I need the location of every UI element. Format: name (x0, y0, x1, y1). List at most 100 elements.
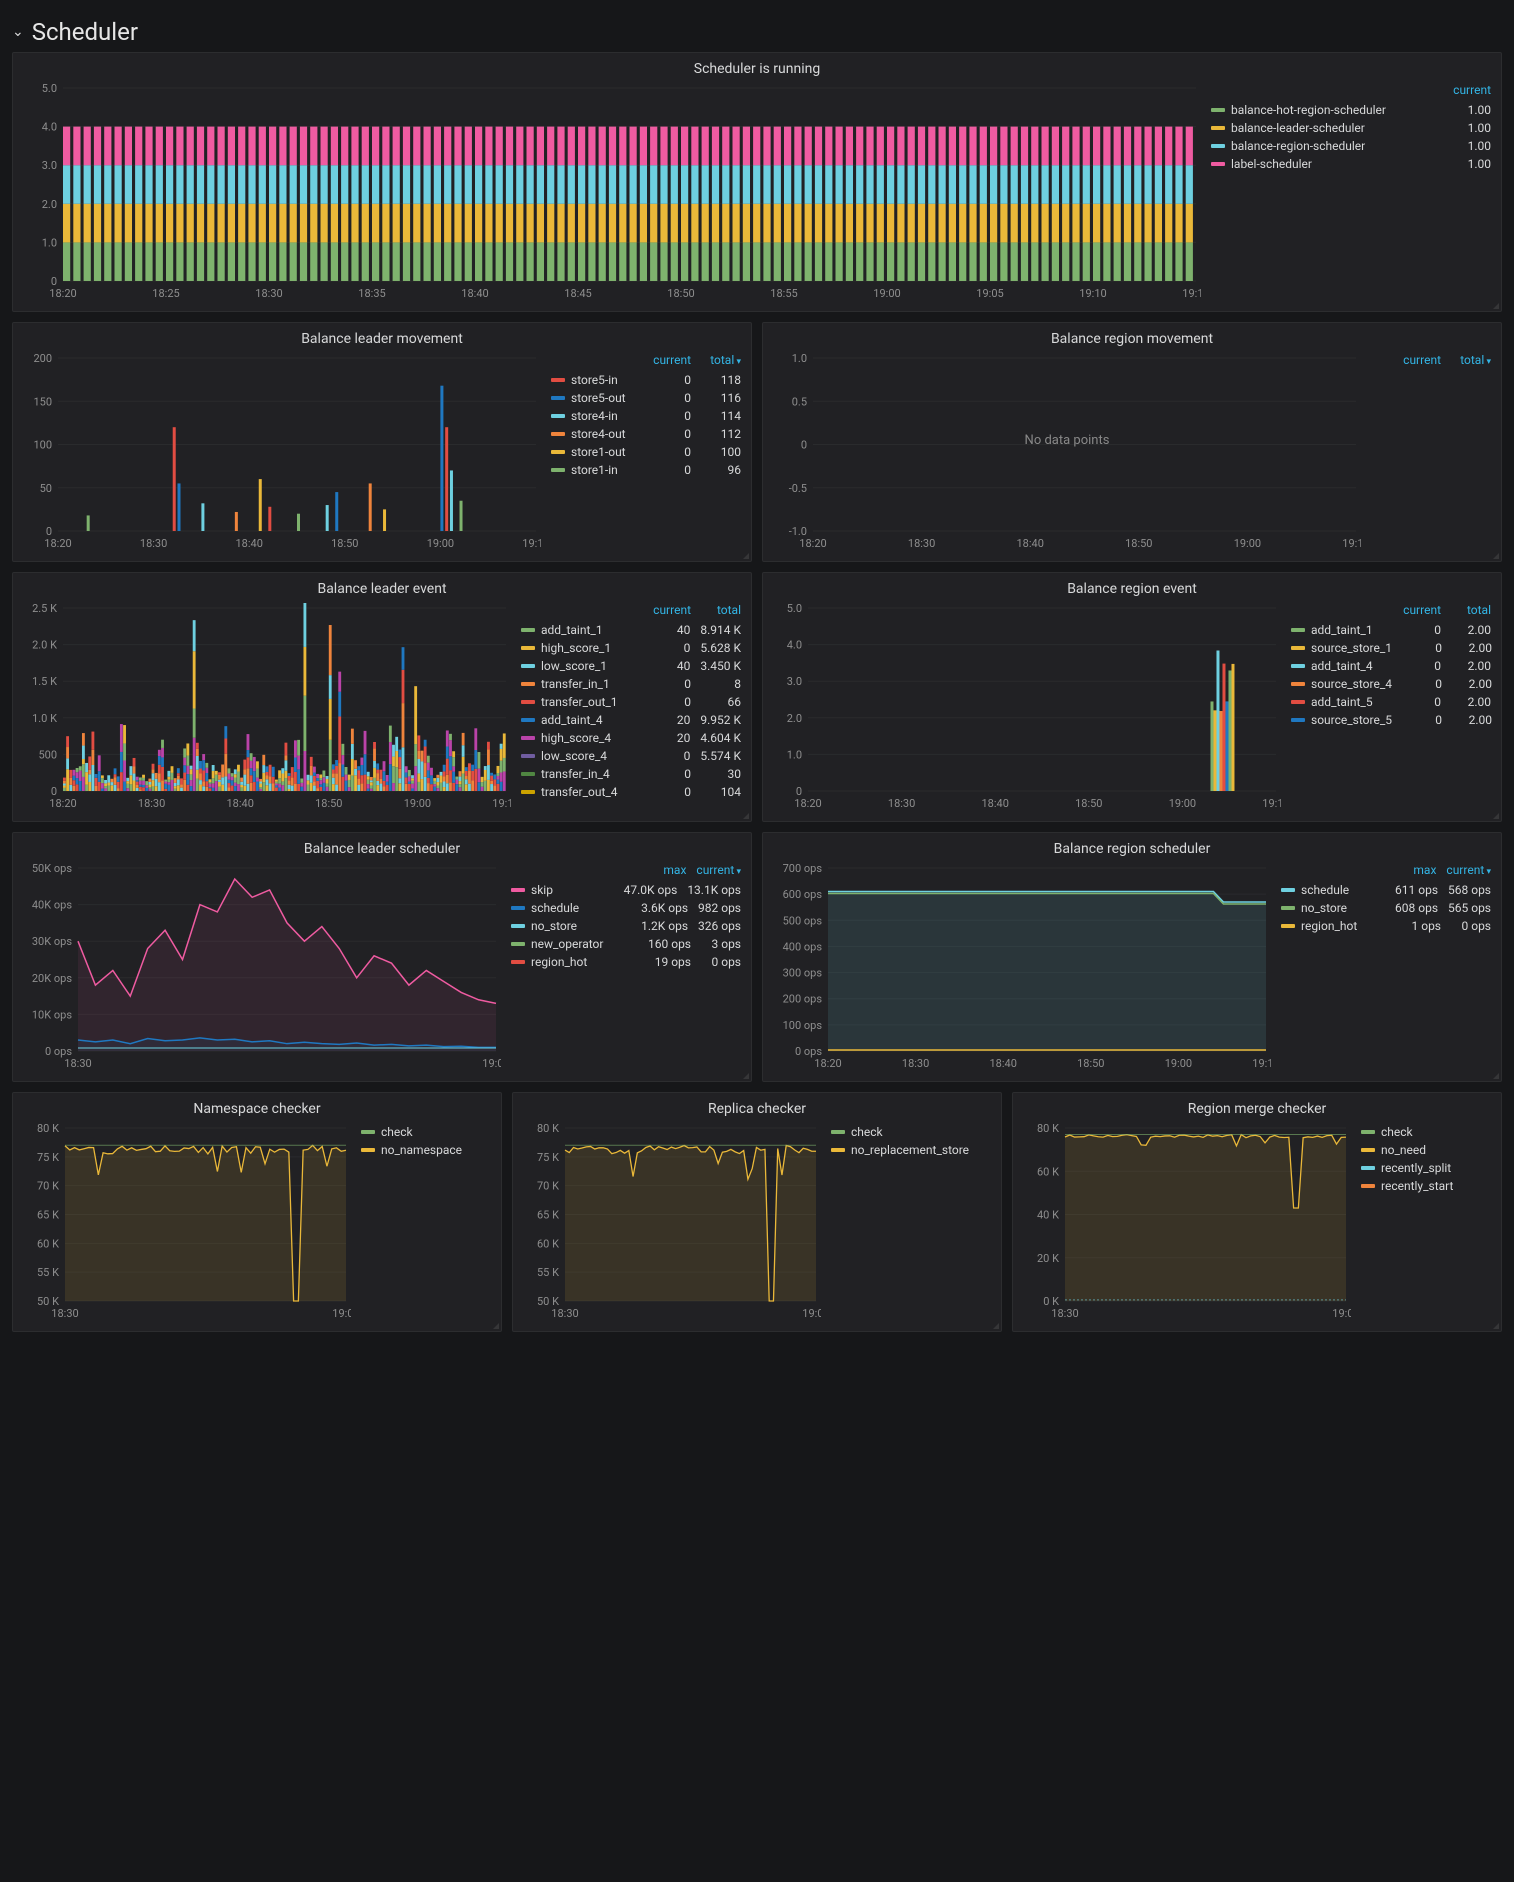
panel-scheduler-running[interactable]: Scheduler is running 01.02.03.04.05.018:… (12, 52, 1502, 312)
legend-item[interactable]: check (1361, 1123, 1491, 1141)
panel-balance-region-scheduler[interactable]: Balance region scheduler 0 ops100 ops200… (762, 832, 1502, 1082)
resize-handle[interactable] (1491, 301, 1499, 309)
legend-item[interactable]: region_hot19 ops0 ops (511, 953, 741, 971)
legend-item[interactable]: add_taint_4209.952 K (521, 711, 741, 729)
legend-item[interactable]: balance-region-scheduler1.00 (1211, 137, 1491, 155)
panel-replica-checker[interactable]: Replica checker 50 K55 K60 K65 K70 K75 K… (512, 1092, 1002, 1332)
legend-item[interactable]: recently_split (1361, 1159, 1491, 1177)
legend-header-current[interactable]: current (1441, 83, 1491, 97)
legend-label: store4-out (571, 427, 641, 441)
legend-item[interactable]: recently_start (1361, 1177, 1491, 1195)
legend-item[interactable]: schedule611 ops568 ops (1281, 881, 1491, 899)
legend-label: new_operator (531, 937, 638, 951)
legend-item[interactable]: add_taint_402.00 (1291, 657, 1491, 675)
legend-item[interactable]: add_taint_502.00 (1291, 693, 1491, 711)
resize-handle[interactable] (1491, 551, 1499, 559)
legend-swatch (1291, 664, 1305, 668)
panel-balance-leader-event[interactable]: Balance leader event 05001.0 K1.5 K2.0 K… (12, 572, 752, 822)
legend-label: balance-region-scheduler (1231, 139, 1441, 153)
svg-text:18:45: 18:45 (564, 287, 591, 300)
legend-item[interactable]: check (361, 1123, 491, 1141)
legend-value: 47.0K ops (614, 883, 678, 897)
resize-handle[interactable] (741, 1071, 749, 1079)
legend-item[interactable]: skip47.0K ops13.1K ops (511, 881, 741, 899)
no-data-label: No data points (773, 433, 1361, 448)
svg-text:18:50: 18:50 (1125, 537, 1152, 550)
resize-handle[interactable] (491, 1321, 499, 1329)
legend-item[interactable]: high_score_4204.604 K (521, 729, 741, 747)
panel-namespace-checker[interactable]: Namespace checker 50 K55 K60 K65 K70 K75… (12, 1092, 502, 1332)
svg-text:18:30: 18:30 (140, 537, 167, 550)
panel-balance-leader-scheduler[interactable]: Balance leader scheduler 0 ops10K ops20K… (12, 832, 752, 1082)
legend-item[interactable]: low_score_1403.450 K (521, 657, 741, 675)
legend-swatch (521, 700, 535, 704)
legend-item[interactable]: store5-out0116 (551, 389, 741, 407)
legend-item[interactable]: transfer_in_4030 (521, 765, 741, 783)
legend-label: check (1381, 1125, 1491, 1139)
section-header[interactable]: ⌄ Scheduler (12, 12, 1502, 52)
svg-text:80 K: 80 K (537, 1123, 559, 1135)
legend-item[interactable]: schedule3.6K ops982 ops (511, 899, 741, 917)
svg-text:19:10: 19:10 (522, 537, 541, 550)
legend-item[interactable]: source_store_502.00 (1291, 711, 1491, 729)
svg-text:18:20: 18:20 (794, 797, 821, 810)
legend-value: 0 (641, 427, 691, 441)
legend-item[interactable]: add_taint_1408.914 K (521, 621, 741, 639)
legend-item[interactable]: store1-in096 (551, 461, 741, 479)
svg-text:18:30: 18:30 (51, 1307, 78, 1320)
svg-text:1.0: 1.0 (42, 236, 57, 249)
legend-item[interactable]: no_store1.2K ops326 ops (511, 917, 741, 935)
legend-item[interactable]: add_taint_52010.046 K (521, 801, 741, 803)
legend-item[interactable]: transfer_in_108 (521, 675, 741, 693)
panel-balance-region-movement[interactable]: Balance region movement -1.0-0.500.51.01… (762, 322, 1502, 562)
resize-handle[interactable] (741, 811, 749, 819)
legend-item[interactable]: source_store_102.00 (1291, 639, 1491, 657)
legend-item[interactable]: add_taint_102.00 (1291, 621, 1491, 639)
legend-item[interactable]: low_score_405.574 K (521, 747, 741, 765)
legend-swatch (511, 924, 525, 928)
resize-handle[interactable] (1491, 1321, 1499, 1329)
resize-handle[interactable] (991, 1321, 999, 1329)
legend-item[interactable]: no_need (1361, 1141, 1491, 1159)
legend-label: skip (531, 883, 614, 897)
legend-item[interactable]: check (831, 1123, 991, 1141)
legend-value: 118 (691, 373, 741, 387)
panel-balance-leader-movement[interactable]: Balance leader movement 05010015020018:2… (12, 322, 752, 562)
legend-item[interactable]: no_namespace (361, 1141, 491, 1159)
legend-item[interactable]: region_hot1 ops0 ops (1281, 917, 1491, 935)
legend-item[interactable]: balance-leader-scheduler1.00 (1211, 119, 1491, 137)
legend-item[interactable]: no_store608 ops565 ops (1281, 899, 1491, 917)
svg-text:5.0: 5.0 (787, 603, 802, 615)
legend-value: 326 ops (688, 919, 741, 933)
legend-item[interactable]: high_score_105.628 K (521, 639, 741, 657)
legend-swatch (521, 628, 535, 632)
panel-balance-region-event[interactable]: Balance region event 01.02.03.04.05.018:… (762, 572, 1502, 822)
legend-item[interactable]: store4-out0112 (551, 425, 741, 443)
legend-value: 104 (691, 785, 741, 799)
svg-text:80 K: 80 K (37, 1123, 59, 1135)
legend-item[interactable]: new_operator160 ops3 ops (511, 935, 741, 953)
svg-text:19:00: 19:00 (482, 1057, 501, 1070)
legend-value: 1 ops (1391, 919, 1441, 933)
legend-item[interactable]: source_store_402.00 (1291, 675, 1491, 693)
legend-item[interactable]: transfer_out_1066 (521, 693, 741, 711)
legend-item[interactable]: label-scheduler1.00 (1211, 155, 1491, 173)
legend-value: 1.00 (1441, 103, 1491, 117)
resize-handle[interactable] (1491, 1071, 1499, 1079)
legend-value: 0 ops (1441, 919, 1491, 933)
legend-value: 8 (691, 677, 741, 691)
legend-item[interactable]: no_replacement_store (831, 1141, 991, 1159)
legend-label: no_namespace (381, 1143, 491, 1157)
resize-handle[interactable] (1491, 811, 1499, 819)
legend-item[interactable]: store1-out0100 (551, 443, 741, 461)
svg-text:500 ops: 500 ops (783, 914, 823, 927)
legend-swatch (511, 942, 525, 946)
resize-handle[interactable] (741, 551, 749, 559)
legend-item[interactable]: store4-in0114 (551, 407, 741, 425)
legend-item[interactable]: balance-hot-region-scheduler1.00 (1211, 101, 1491, 119)
legend-item[interactable]: store5-in0118 (551, 371, 741, 389)
panel-region-merge-checker[interactable]: Region merge checker 0 K20 K40 K60 K80 K… (1012, 1092, 1502, 1332)
legend-value: 568 ops (1438, 883, 1491, 897)
legend-item[interactable]: transfer_out_40104 (521, 783, 741, 801)
legend-value: 2.00 (1441, 659, 1491, 673)
